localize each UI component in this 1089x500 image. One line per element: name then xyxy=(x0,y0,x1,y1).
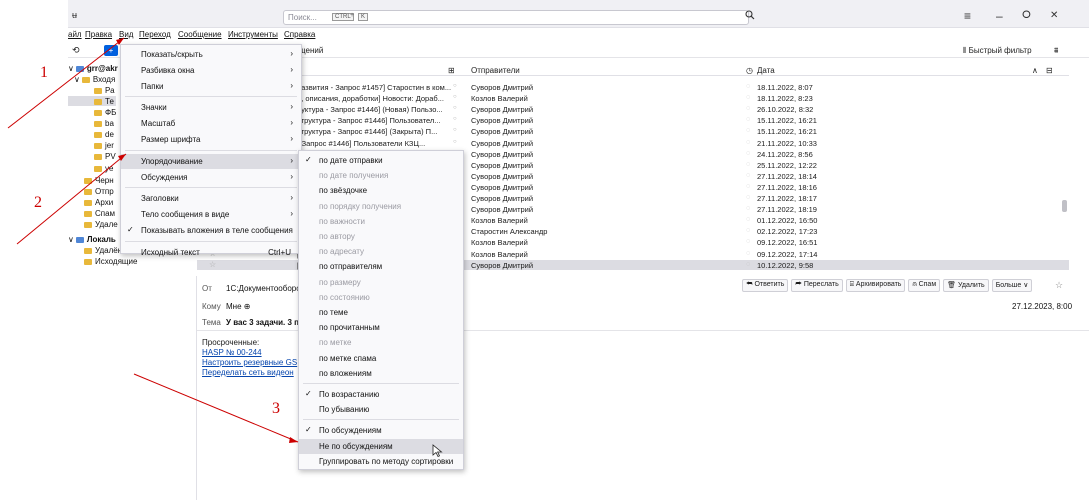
message-sender: Суворов Дмитрий xyxy=(471,83,534,92)
message-date: 27.12.2023, 8:00 xyxy=(1012,302,1073,311)
junk-status-icon[interactable]: ◌ xyxy=(746,205,750,212)
message-sender: Суворов Дмитрий xyxy=(471,160,534,170)
display-options-icon[interactable]: ⩩ xyxy=(1054,46,1058,56)
message-sender: Суворов Дмитрий xyxy=(471,260,534,270)
message-date: 27.11.2022, 18:14 xyxy=(757,171,817,181)
message-date: 02.12.2022, 17:23 xyxy=(757,227,818,237)
maximize-icon[interactable]: ⵔ xyxy=(1022,10,1031,21)
column-date[interactable]: Дата xyxy=(757,66,775,75)
junk-status-icon[interactable]: ◌ xyxy=(746,116,750,123)
scrollbar-thumb[interactable] xyxy=(1062,200,1067,212)
column-senders[interactable]: Отправители xyxy=(471,66,520,75)
forward-button[interactable]: ⮫ Переслать xyxy=(791,279,843,292)
junk-status-icon[interactable]: ◌ xyxy=(746,250,750,257)
message-date: 24.11.2022, 8:56 xyxy=(757,149,813,159)
message-date: 09.12.2022, 17:14 xyxy=(757,249,818,259)
column-picker-icon[interactable]: ⊟ xyxy=(1046,66,1053,75)
annotation-2: 2 xyxy=(34,194,42,211)
archive-button[interactable]: ⌸ Архивировать xyxy=(845,279,906,292)
message-date: 09.12.2022, 16:51 xyxy=(757,238,818,248)
message-sender: Козлов Валерий xyxy=(471,94,528,104)
message-sender: Козлов Валерий xyxy=(471,238,528,248)
message-actions: ⮪ Ответить ⮫ Переслать ⌸ Архивировать ⍝ Спа… xyxy=(742,279,1033,292)
message-sender: Суворов Дмитрий xyxy=(471,138,534,148)
message-sender: Суворов Дмитрий xyxy=(471,127,534,137)
message-sender: Суворов Дмитрий xyxy=(471,182,534,192)
message-date: 15.11.2022, 16:21 xyxy=(757,116,817,126)
message-date: 18.11.2022, 8:07 xyxy=(757,83,813,92)
message-date: 27.11.2022, 18:17 xyxy=(757,194,817,203)
message-date: 10.12.2022, 9:58 xyxy=(757,260,814,270)
junk-status-icon[interactable]: ◌ xyxy=(746,94,750,101)
junk-status-icon[interactable]: ◌ xyxy=(746,83,750,90)
spam-button[interactable]: ⍝ Спам xyxy=(908,279,941,292)
junk-status-icon[interactable]: ◌ xyxy=(746,238,750,245)
message-date: 25.11.2022, 12:22 xyxy=(757,160,817,170)
message-sender: Суворов Дмитрий xyxy=(471,171,534,181)
message-date: 27.11.2022, 18:19 xyxy=(757,205,817,215)
message-date: 26.10.2022, 8:32 xyxy=(757,105,814,115)
annotation-arrows xyxy=(7,37,299,443)
message-date: 27.11.2022, 18:16 xyxy=(757,182,817,192)
message-sender: Суворов Дмитрий xyxy=(471,105,534,115)
delete-button[interactable]: 🗑 Удалить xyxy=(943,279,989,292)
close-icon[interactable]: ✕ xyxy=(1050,10,1058,21)
message-sender: Суворов Дмитрий xyxy=(471,194,534,203)
junk-status-icon[interactable]: ◌ xyxy=(746,139,750,146)
message-sender: Старостин Александр xyxy=(471,227,548,237)
junk-status-icon[interactable]: ◌ xyxy=(746,161,750,168)
quick-filter-button[interactable]: ⫴ Быстрый фильтр xyxy=(963,46,1032,56)
junk-status-icon[interactable]: ◌ xyxy=(746,105,750,112)
junk-status-icon[interactable]: ◌ xyxy=(746,261,750,268)
message-date: 18.11.2022, 8:23 xyxy=(757,94,813,104)
junk-status-icon[interactable]: ◌ xyxy=(746,216,750,223)
message-sender: Козлов Валерий xyxy=(471,249,528,259)
reply-button[interactable]: ⮪ Ответить xyxy=(742,279,789,292)
search-icon[interactable] xyxy=(745,10,755,23)
message-sender: Суворов Дмитрий xyxy=(471,116,534,126)
annotation-1: 1 xyxy=(40,64,48,81)
message-sender: Суворов Дмитрий xyxy=(471,205,534,215)
message-date: 15.11.2022, 16:21 xyxy=(757,127,817,137)
annotation-3: 3 xyxy=(272,400,280,417)
more-button[interactable]: Больше ∨ xyxy=(991,279,1033,292)
date-column-icon: ◷ xyxy=(746,66,753,75)
junk-status-icon[interactable]: ◌ xyxy=(746,227,750,234)
message-sender: Суворов Дмитрий xyxy=(471,149,534,159)
message-sender: Козлов Валерий xyxy=(471,216,528,226)
junk-status-icon[interactable]: ◌ xyxy=(746,183,750,190)
hamburger-menu-icon[interactable]: ≡ xyxy=(964,9,971,23)
junk-status-icon[interactable]: ◌ xyxy=(746,127,750,134)
minimize-icon[interactable]: – xyxy=(996,9,1003,23)
sort-asc-icon[interactable]: ∧ xyxy=(1032,66,1038,75)
junk-status-icon[interactable]: ◌ xyxy=(746,150,750,157)
message-date: 01.12.2022, 16:50 xyxy=(757,216,818,226)
junk-status-icon[interactable]: ◌ xyxy=(746,172,750,179)
star-icon[interactable]: ☆ xyxy=(1055,280,1063,291)
message-list-scrollbar[interactable] xyxy=(1061,62,1069,272)
junk-status-icon[interactable]: ◌ xyxy=(746,194,750,201)
message-date: 21.11.2022, 10:33 xyxy=(757,138,817,148)
